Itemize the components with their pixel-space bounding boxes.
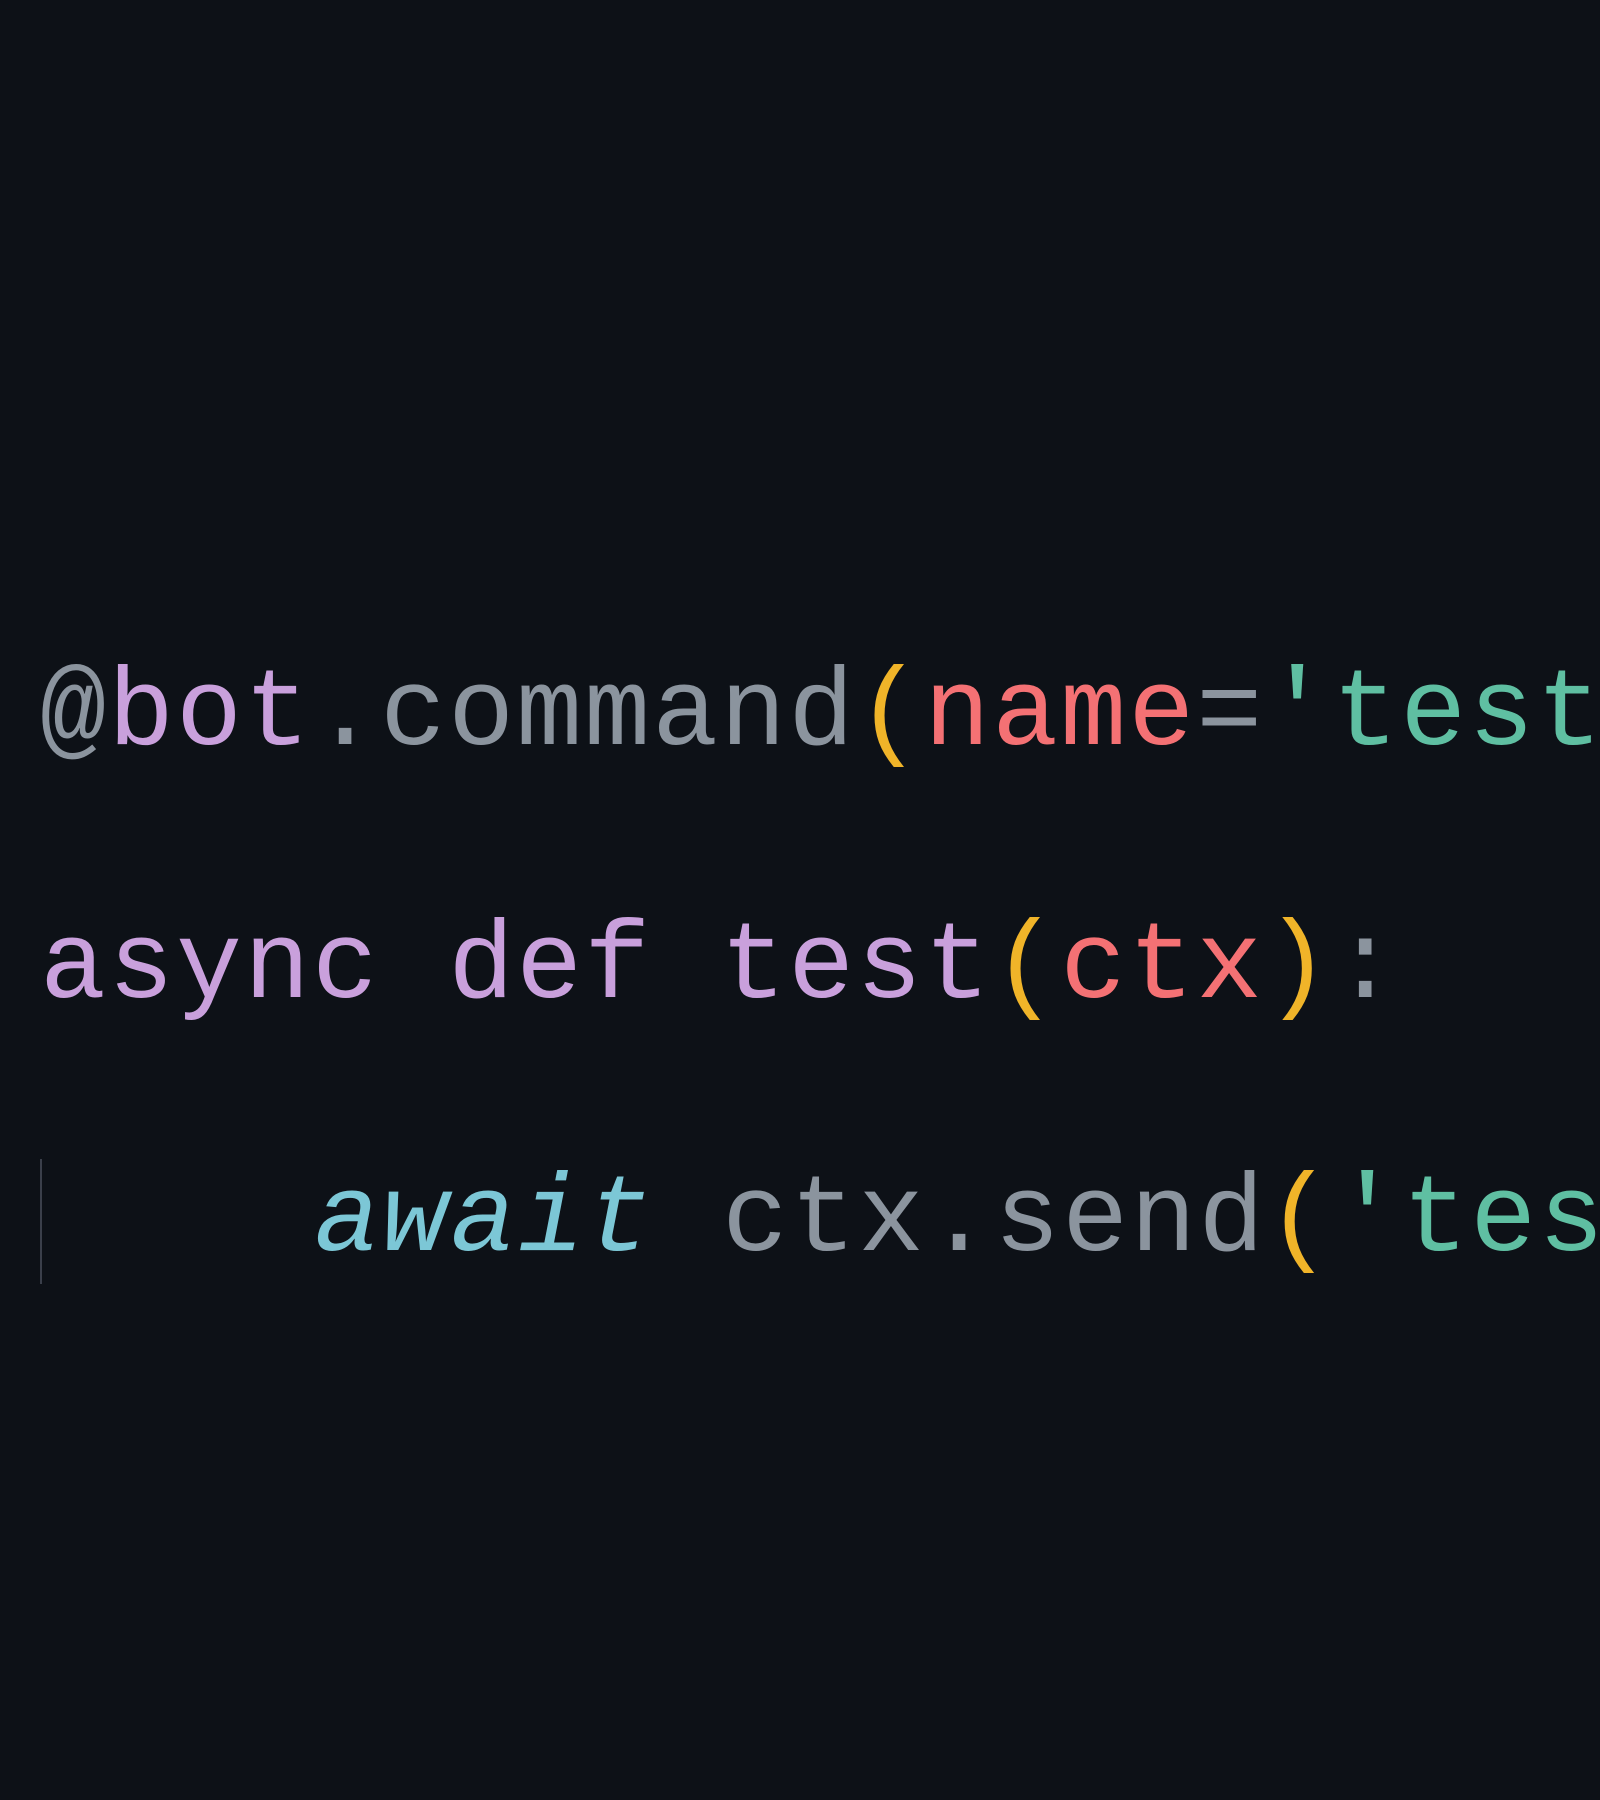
paren-open: ( <box>1266 1159 1334 1284</box>
keyword-await: await <box>314 1159 654 1284</box>
string-quote: ' <box>1264 653 1332 778</box>
paren-close: ) <box>1264 906 1332 1031</box>
blank-line <box>40 1412 1600 1539</box>
kwarg-name: name <box>924 653 1196 778</box>
decorator-method: .command <box>312 653 856 778</box>
colon: : <box>1332 906 1400 1031</box>
ctx-send: ctx.send <box>722 1159 1266 1284</box>
indent <box>42 1159 314 1284</box>
code-line-2: async def test(ctx): <box>40 906 1600 1033</box>
string-value: test <box>1332 653 1600 778</box>
param-ctx: ctx <box>1060 906 1264 1031</box>
string-partial: test pa <box>1402 1159 1600 1284</box>
code-line-3: await ctx.send('test pa <box>40 1159 1600 1286</box>
equals: = <box>1196 653 1264 778</box>
paren-open: ( <box>992 906 1060 1031</box>
decorator-at: @ <box>40 653 108 778</box>
code-line-1: @bot.command(name='test') <box>40 653 1600 780</box>
keyword-async-def: async def <box>40 906 652 1031</box>
blank-line <box>40 1665 1600 1792</box>
string-quote: ' <box>1334 1159 1402 1284</box>
code-editor-pane[interactable]: @bot.command(name='test') async def test… <box>40 526 1600 1800</box>
function-name: test <box>720 906 992 1031</box>
paren-open: ( <box>856 653 924 778</box>
decorator-object: bot <box>108 653 312 778</box>
